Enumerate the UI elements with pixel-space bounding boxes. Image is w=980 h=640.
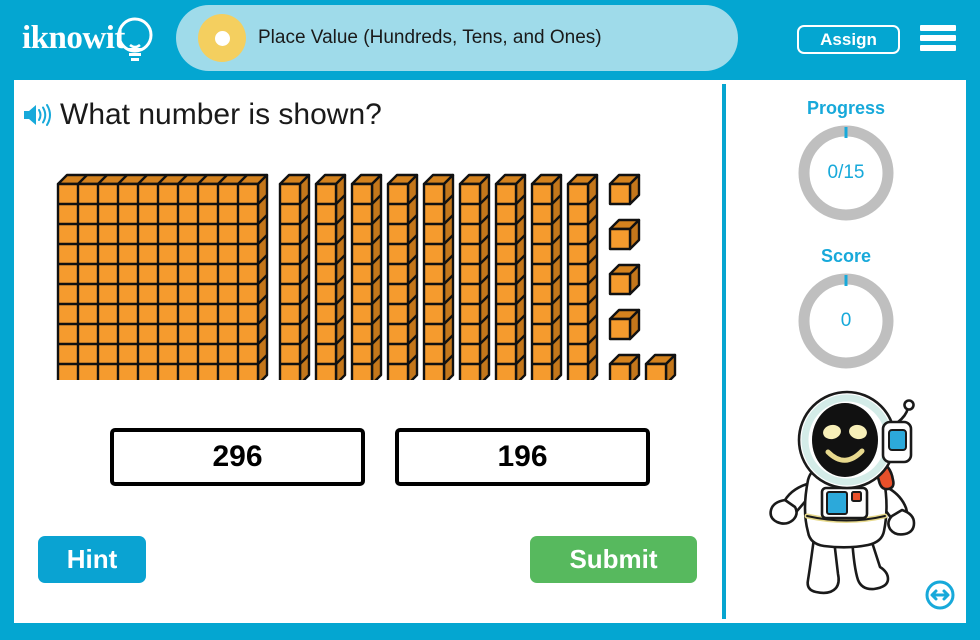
menu-bar-2: [920, 35, 956, 41]
app-header: iknowit Place Value (Hundreds, Tens, and…: [0, 0, 980, 76]
progress-ring: 0/15: [794, 121, 898, 225]
question-row: What number is shown?: [22, 92, 382, 138]
progress-label: Progress: [806, 98, 886, 118]
hamburger-menu-icon[interactable]: [920, 23, 956, 53]
astronaut-mascot: [769, 390, 916, 595]
dot-marker-center: [215, 31, 230, 46]
resize-horizontal-icon[interactable]: [924, 579, 956, 611]
menu-bar-3: [920, 45, 956, 51]
answer-choice[interactable]: 296: [110, 428, 365, 486]
lesson-title-pill: Place Value (Hundreds, Tens, and Ones): [176, 5, 738, 71]
hint-button[interactable]: Hint: [38, 536, 146, 583]
app-root: iknowit Place Value (Hundreds, Tens, and…: [0, 0, 980, 640]
lesson-title: Place Value (Hundreds, Tens, and Ones): [258, 27, 602, 48]
score-meter: Score 0: [726, 246, 966, 373]
answer-choice[interactable]: 196: [395, 428, 650, 486]
score-label: Score: [820, 246, 872, 266]
menu-bar-1: [920, 25, 956, 31]
answer-choices: 296 196: [110, 428, 650, 486]
assign-button[interactable]: Assign: [797, 25, 900, 54]
progress-meter: Progress 0/15: [726, 98, 966, 225]
speaker-icon[interactable]: [22, 102, 52, 128]
status-sidebar: Progress 0/15 Score 0: [726, 80, 966, 623]
progress-value: 0/15: [827, 162, 865, 183]
lightbulb-icon: [117, 17, 153, 61]
base-ten-blocks-figure: [56, 173, 677, 380]
question-text: What number is shown?: [60, 98, 382, 131]
lesson-stage: What number is shown? 296 196 Hint Submi…: [14, 80, 966, 623]
score-value: 0: [840, 310, 852, 331]
logo-wordmark: iknowit: [22, 20, 125, 56]
score-ring: 0: [794, 269, 898, 373]
iknowit-logo[interactable]: iknowit: [22, 12, 167, 66]
submit-button[interactable]: Submit: [530, 536, 697, 583]
